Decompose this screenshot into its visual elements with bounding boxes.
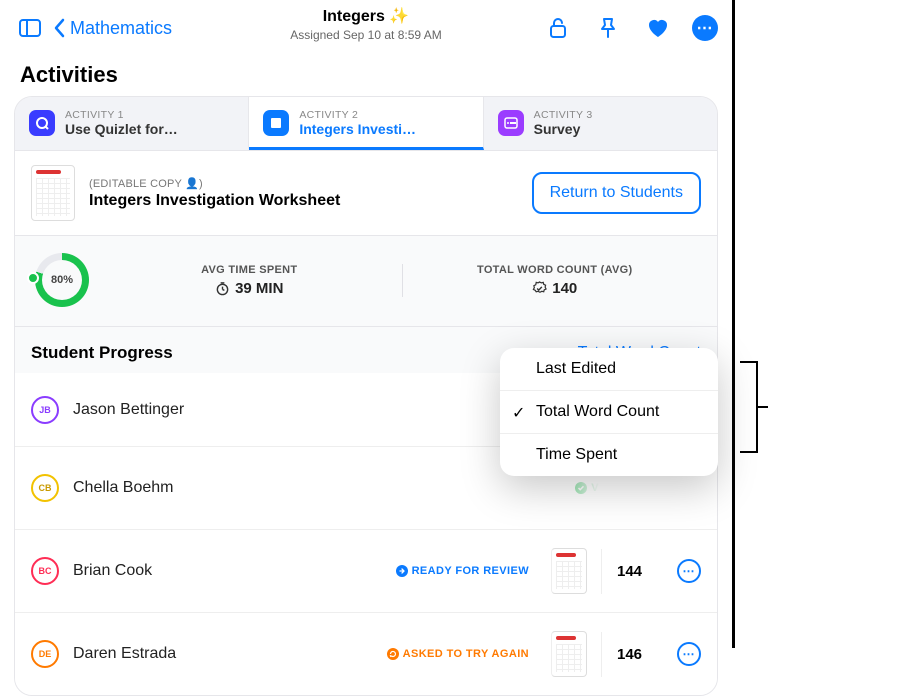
activity-tab-2[interactable]: ACTIVITY 2 Integers Investi…: [249, 97, 483, 150]
quizlet-app-icon: [29, 110, 55, 136]
student-avatar: DE: [31, 640, 59, 668]
filter-popup: Last Edited ✓ Total Word Count Time Spen…: [500, 348, 718, 476]
stat-label: AVG TIME SPENT: [97, 264, 402, 276]
activity-eyebrow: ACTIVITY 3: [534, 109, 593, 121]
student-row[interactable]: BC Brian Cook READY FOR REVIEW 144 ⋯: [15, 530, 717, 613]
student-avatar: BC: [31, 557, 59, 585]
progress-percent: 80%: [42, 260, 82, 300]
clock-icon: [215, 281, 230, 296]
student-avatar: CB: [31, 474, 59, 502]
student-value: 146: [601, 632, 657, 677]
activity-label: Survey: [534, 121, 593, 137]
retry-icon: [387, 648, 399, 660]
top-nav: Mathematics Integers ✨ Assigned Sep 10 a…: [0, 0, 732, 56]
student-progress-heading: Student Progress: [31, 343, 173, 363]
student-name: Chella Boehm: [73, 479, 174, 497]
editable-copy-tag: (EDITABLE COPY 👤): [89, 177, 518, 190]
stat-value: 39 MIN: [97, 280, 402, 297]
submission-thumbnail[interactable]: [551, 548, 587, 594]
callout-bracket: [740, 361, 758, 363]
worksheet-title: Integers Investigation Worksheet: [89, 192, 518, 210]
popup-option-total-word-count[interactable]: ✓ Total Word Count: [500, 391, 718, 434]
stat-avg-time: AVG TIME SPENT 39 MIN: [97, 264, 402, 297]
worksheet-app-icon: [263, 110, 289, 136]
status-badge: ASKED TO TRY AGAIN: [387, 648, 529, 660]
activity-tab-3[interactable]: ACTIVITY 3 Survey: [484, 97, 717, 150]
student-row[interactable]: DE Daren Estrada ASKED TO TRY AGAIN 146 …: [15, 613, 717, 695]
worksheet-row: (EDITABLE COPY 👤) Integers Investigation…: [15, 151, 717, 236]
row-more-icon[interactable]: ⋯: [677, 559, 701, 583]
more-menu-icon[interactable]: ⋯: [692, 15, 718, 41]
back-button[interactable]: Mathematics: [52, 18, 172, 39]
submission-thumbnail[interactable]: [551, 631, 587, 677]
checkmark-icon: ✓: [512, 403, 525, 423]
sidebar-toggle-icon[interactable]: [14, 12, 46, 44]
badge-icon: [532, 281, 547, 296]
return-to-students-button[interactable]: Return to Students: [532, 172, 701, 214]
back-label: Mathematics: [70, 18, 172, 39]
popup-option-last-edited[interactable]: Last Edited: [500, 348, 718, 391]
student-name: Jason Bettinger: [73, 401, 184, 419]
activities-heading: Activities: [0, 56, 732, 96]
row-more-icon[interactable]: ⋯: [677, 642, 701, 666]
worksheet-meta: (EDITABLE COPY 👤) Integers Investigation…: [89, 177, 518, 210]
activity-label: Use Quizlet for…: [65, 121, 178, 137]
app-frame: Mathematics Integers ✨ Assigned Sep 10 a…: [0, 0, 735, 648]
stat-word-count: TOTAL WORD COUNT (AVG) 140: [402, 264, 708, 297]
favorite-icon[interactable]: [642, 12, 674, 44]
worksheet-thumbnail[interactable]: [31, 165, 75, 221]
progress-ring: 80%: [29, 250, 89, 310]
arrow-icon: [396, 565, 408, 577]
page-title-block: Integers ✨ Assigned Sep 10 at 8:59 AM: [290, 6, 441, 42]
sparkle-icon: ✨: [389, 8, 409, 25]
pin-icon[interactable]: [592, 12, 624, 44]
stat-value: 140: [403, 280, 708, 297]
status-badge: V: [575, 482, 599, 494]
survey-app-icon: [498, 110, 524, 136]
progress-dot-icon: [27, 272, 39, 284]
row-more-icon[interactable]: ⋯: [677, 476, 701, 500]
activity-eyebrow: ACTIVITY 2: [299, 109, 416, 121]
page-subtitle: Assigned Sep 10 at 8:59 AM: [290, 28, 441, 42]
student-value: 144: [601, 549, 657, 594]
status-badge: READY FOR REVIEW: [396, 565, 529, 577]
stats-row: 80% AVG TIME SPENT 39 MIN TOTAL WORD COU…: [15, 236, 717, 327]
activity-tab-1[interactable]: ACTIVITY 1 Use Quizlet for…: [15, 97, 249, 150]
page-title: Integers ✨: [290, 6, 441, 26]
student-avatar: JB: [31, 396, 59, 424]
stat-label: TOTAL WORD COUNT (AVG): [403, 264, 708, 276]
popup-option-time-spent[interactable]: Time Spent: [500, 434, 718, 476]
activity-tabs: ACTIVITY 1 Use Quizlet for… ACTIVITY 2 I…: [15, 97, 717, 151]
check-icon: [575, 482, 587, 494]
activity-eyebrow: ACTIVITY 1: [65, 109, 178, 121]
unlock-icon[interactable]: [542, 12, 574, 44]
student-name: Brian Cook: [73, 562, 152, 580]
top-right-actions: ⋯: [542, 12, 718, 44]
activity-label: Integers Investi…: [299, 121, 416, 137]
